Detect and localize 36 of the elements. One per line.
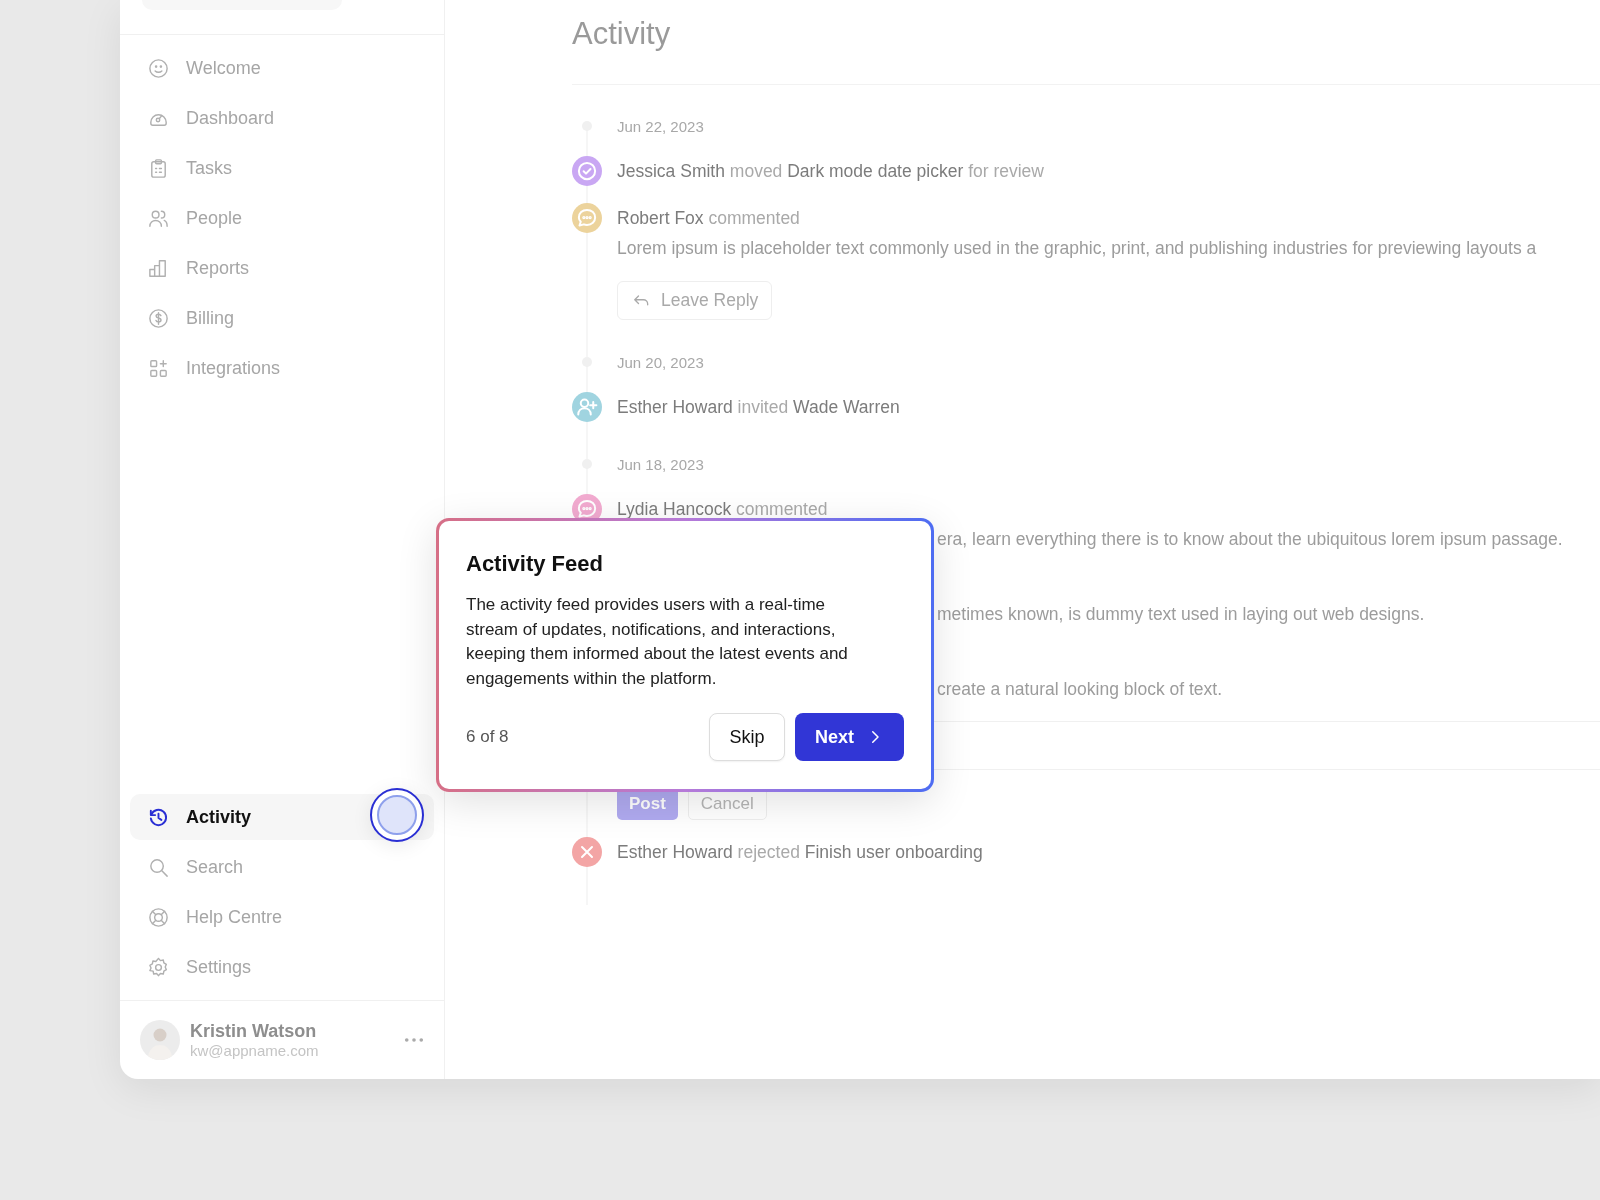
user-name: Kristin Watson bbox=[190, 1021, 318, 1042]
lifebuoy-icon bbox=[147, 905, 170, 929]
user-email: kw@appname.com bbox=[190, 1042, 320, 1059]
comment-text: era, learn everything there is to know about the ubiquitous lorem ipsum passage. bbox=[937, 528, 1564, 551]
comment-text: Lorem ipsum is placeholder text commonly used in the graphic, print, and publishing industries for previewing layouts a bbox=[617, 237, 1538, 260]
nav-item[interactable]: Integrations bbox=[130, 343, 434, 393]
avatar bbox=[140, 1020, 180, 1060]
dollar-icon bbox=[147, 306, 170, 330]
activity-text: Esther Howard invited Wade Warren bbox=[617, 396, 900, 418]
date-label: Jun 18, 2023 bbox=[617, 455, 704, 473]
settings-icon bbox=[147, 955, 170, 979]
popover-title: Activity Feed bbox=[466, 550, 604, 578]
leave-reply-button[interactable]: Leave Reply bbox=[617, 281, 773, 320]
nav-item[interactable]: Reports bbox=[130, 243, 434, 293]
nav-item[interactable]: Settings bbox=[130, 942, 434, 992]
nav-item[interactable]: Dashboard bbox=[130, 93, 434, 143]
nav-item[interactable]: Search bbox=[130, 842, 434, 892]
comment-text: create a natural looking block of text. bbox=[937, 678, 1224, 701]
next-button[interactable]: Next bbox=[795, 713, 904, 762]
comment-text: metimes known, is dummy text used in laying out web designs. bbox=[937, 603, 1426, 626]
nav-item[interactable]: Welcome bbox=[130, 43, 434, 93]
nav-item[interactable]: Tasks bbox=[130, 143, 434, 193]
activity-text: Robert Fox commented bbox=[617, 207, 800, 229]
step-counter: 6 of 8 bbox=[466, 727, 510, 748]
skip-button[interactable]: Skip bbox=[709, 713, 785, 762]
nav-item[interactable]: Billing bbox=[130, 293, 434, 343]
nav-item[interactable]: People bbox=[130, 193, 434, 243]
date-label: Jun 22, 2023 bbox=[617, 117, 704, 135]
popover-text: The activity feed provides users with a real-time stream of updates, notifications, and interactions, keeping them informed about the latest events and engagements within the platform. bbox=[466, 594, 849, 690]
nav-item[interactable]: Help Centre bbox=[130, 892, 434, 942]
activity-text: Lydia Hancock commented bbox=[617, 498, 828, 520]
page-title: Activity bbox=[572, 15, 672, 53]
activity-text: Jessica Smith moved Dark mode date picker for review bbox=[617, 160, 1044, 182]
activity-text: Esther Howard rejected Finish user onboarding bbox=[617, 841, 983, 863]
date-label: Jun 20, 2023 bbox=[617, 353, 704, 371]
smile-icon bbox=[147, 56, 170, 80]
